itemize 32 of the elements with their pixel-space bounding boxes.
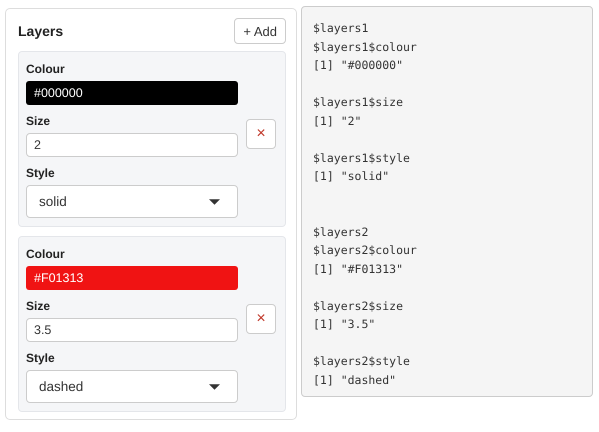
- output-line: $layers2: [313, 224, 370, 240]
- output-line: [1] "solid": [313, 168, 390, 185]
- size-field[interactable]: 2: [26, 133, 238, 157]
- field-label: Size: [26, 299, 52, 313]
- output-line: [1] "#000000": [313, 57, 404, 74]
- field-label: Size: [26, 114, 52, 128]
- colour-field[interactable]: #F01313: [26, 266, 238, 290]
- style-dropdown[interactable]: solid: [26, 185, 238, 218]
- output-line: $layers1$size: [313, 94, 404, 111]
- size-field[interactable]: 3.5: [26, 318, 238, 342]
- output-line: $layers1$style: [313, 150, 411, 166]
- panel-title: Layers: [18, 23, 64, 39]
- output-line: $layers2$size: [313, 298, 404, 314]
- add-button[interactable]: + Add: [234, 18, 286, 44]
- field-label: Colour: [26, 247, 66, 261]
- remove-button[interactable]: ×: [246, 119, 276, 149]
- caret-icon: [209, 384, 220, 390]
- output-line: $layers1: [313, 20, 370, 37]
- field-label: Style: [26, 166, 56, 180]
- output-line: [1] "dashed": [313, 372, 398, 388]
- output-line: [1] "2": [313, 112, 362, 130]
- output-line: $layers2$colour: [313, 242, 418, 259]
- output-line: $layers2$style: [313, 353, 411, 370]
- field-label: Style: [26, 351, 56, 365]
- output-line: [1] "#F01313": [313, 260, 404, 278]
- colour-field[interactable]: #000000: [26, 81, 238, 105]
- caret-icon: [209, 198, 220, 204]
- style-dropdown[interactable]: dashed: [26, 370, 238, 403]
- output-line: $layers1$colour: [313, 38, 418, 56]
- output-line: [1] "3.5": [313, 316, 376, 333]
- field-label: Colour: [26, 62, 66, 76]
- remove-button[interactable]: ×: [246, 304, 276, 334]
